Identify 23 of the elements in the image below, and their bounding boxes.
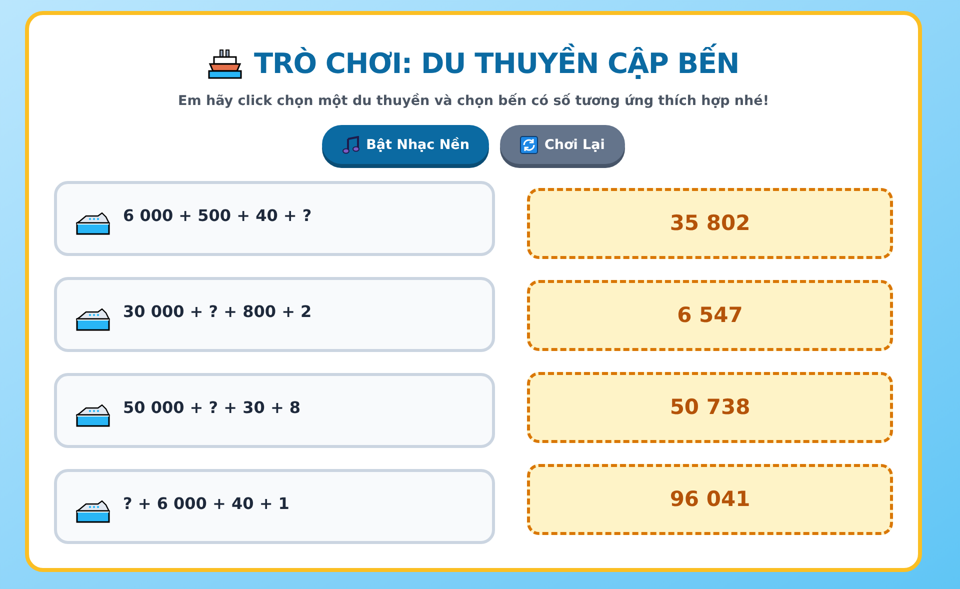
music-button[interactable]: Bật Nhạc Nền xyxy=(322,125,490,164)
dock-number[interactable]: 35 802 xyxy=(527,188,893,260)
replay-button[interactable]: Chơi Lại xyxy=(500,125,625,164)
dock-number[interactable]: 6 547 xyxy=(527,280,893,352)
boat-expression: 6 000 + 500 + 40 + ? xyxy=(123,204,312,227)
dock-number[interactable]: 50 738 xyxy=(527,372,893,444)
boat-card[interactable]: 50 000 + ? + 30 + 8 xyxy=(54,373,495,448)
boat-card[interactable]: ? + 6 000 + 40 + 1 xyxy=(54,469,495,544)
dock-number[interactable]: 96 041 xyxy=(527,464,893,536)
boat-icon xyxy=(76,306,110,331)
boat-expression: 50 000 + ? + 30 + 8 xyxy=(123,396,301,419)
boat-card[interactable]: 6 000 + 500 + 40 + ? xyxy=(54,181,495,256)
boat-icon xyxy=(76,210,110,235)
boat-icon xyxy=(76,402,110,427)
boat-expression: ? + 6 000 + 40 + 1 xyxy=(123,492,290,515)
game-title: TRÒ CHƠI: DU THUYỀN CẬP BẾN xyxy=(254,43,740,85)
ship-icon xyxy=(208,49,242,79)
music-note-icon xyxy=(342,136,360,154)
boat-icon xyxy=(76,498,110,523)
refresh-icon xyxy=(520,136,538,154)
instructions: Em hãy click chọn một du thuyền và chọn bến có số tương ứng thích hợp nhé! xyxy=(178,92,769,111)
boat-expression: 30 000 + ? + 800 + 2 xyxy=(123,300,312,323)
boat-card[interactable]: 30 000 + ? + 800 + 2 xyxy=(54,277,495,352)
